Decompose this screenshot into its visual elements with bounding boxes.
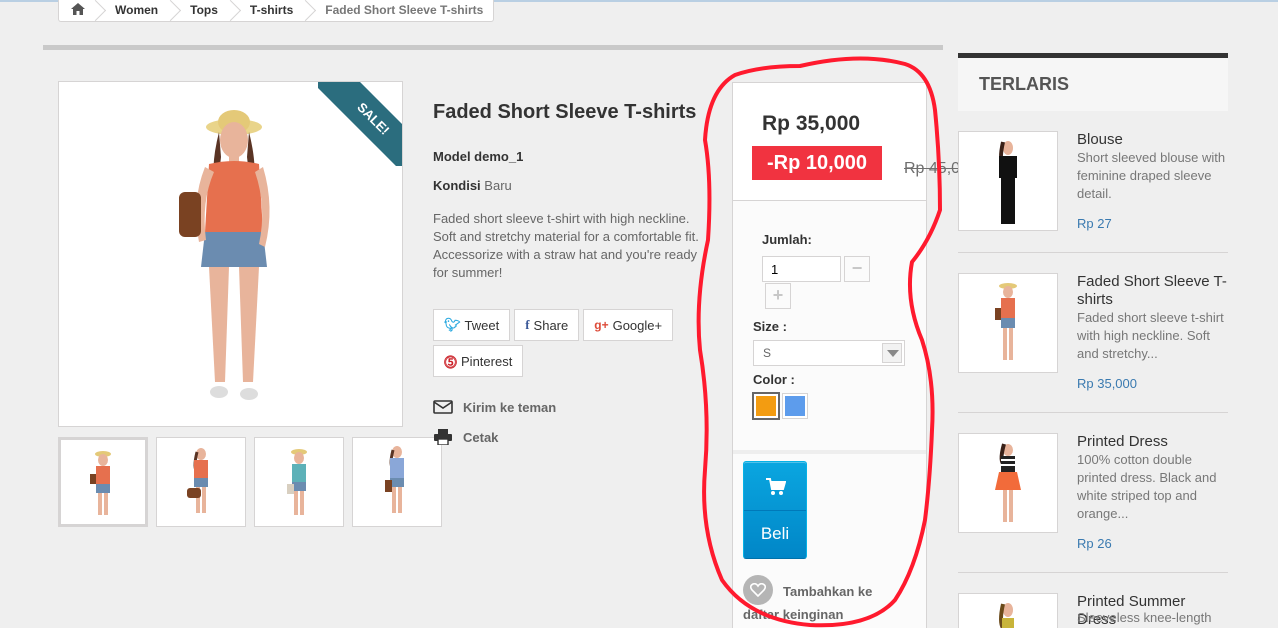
add-to-cart-label: Beli	[760, 524, 790, 543]
send-to-friend-link[interactable]: Kirim ke teman	[433, 392, 556, 422]
sidebar-product-desc: Short sleeved blouse with feminine drape…	[1077, 150, 1226, 201]
discount-badge: -Rp 10,000	[752, 146, 882, 180]
google-plus-button[interactable]: g+ Google+	[583, 309, 674, 341]
print-link[interactable]: Cetak	[433, 422, 556, 452]
size-select[interactable]: S	[753, 340, 905, 366]
breadcrumb-women[interactable]: Women	[97, 0, 172, 22]
pinterest-label: Pinterest	[461, 353, 513, 369]
sidebar-divider	[958, 252, 1228, 253]
twitter-icon: 🐦︎	[444, 317, 461, 332]
size-value: S	[763, 346, 772, 360]
breadcrumb: Women Tops T-shirts Faded Short Sleeve T…	[58, 0, 495, 22]
print-label: Cetak	[463, 429, 499, 445]
sale-badge: SALE!	[318, 82, 402, 166]
quantity-plus-button[interactable]: +	[765, 283, 791, 309]
sidebar-product-name[interactable]: Faded Short Sleeve T-shirts	[1077, 273, 1227, 309]
product-description: Faded short sleeve t-shirt with high nec…	[433, 211, 699, 280]
printer-icon	[434, 429, 452, 445]
heart-icon	[743, 575, 773, 605]
sidebar-product-desc: Faded short sleeve t-shirt with high nec…	[1077, 310, 1224, 361]
sidebar-product-price: Rp 26	[1077, 536, 1112, 551]
sidebar-product-name[interactable]: Blouse	[1077, 131, 1227, 149]
button-divider	[744, 510, 806, 511]
sidebar-product-image[interactable]	[958, 273, 1058, 373]
breadcrumb-home[interactable]	[59, 0, 97, 22]
product-title: Faded Short Sleeve T-shirts	[433, 101, 697, 123]
thumbnail-3[interactable]	[254, 437, 344, 527]
sidebar-title: TERLARIS	[958, 53, 1228, 111]
quantity-label: Jumlah:	[762, 232, 812, 247]
box-divider	[733, 450, 926, 454]
thumbnail-strip	[58, 437, 442, 527]
sidebar-divider	[958, 412, 1228, 413]
old-price: Rp 45,0	[904, 160, 961, 177]
sidebar-product-image[interactable]	[958, 433, 1058, 533]
section-divider	[43, 45, 943, 50]
add-to-cart-button[interactable]: Beli	[743, 461, 807, 559]
breadcrumb-tshirts[interactable]: T-shirts	[232, 0, 307, 22]
send-to-friend-label: Kirim ke teman	[463, 399, 557, 415]
sidebar-product-desc: Sleeveless knee-length	[1077, 610, 1212, 625]
pinterest-icon: ⓹	[444, 354, 458, 370]
size-label: Size :	[753, 319, 787, 334]
color-label: Color :	[753, 372, 795, 387]
facebook-icon: f	[525, 317, 530, 332]
facebook-share-button[interactable]: f Share	[514, 309, 580, 341]
breadcrumb-tops[interactable]: Tops	[172, 0, 232, 22]
sidebar-product-image[interactable]	[958, 131, 1058, 231]
thumbnail-1[interactable]	[58, 437, 148, 527]
sidebar-divider	[958, 572, 1228, 573]
breadcrumb-current: Faded Short Sleeve T-shirts	[325, 2, 484, 17]
condition-label: Kondisi	[433, 178, 481, 193]
price-section: Rp 35,000 -Rp 10,000	[733, 83, 926, 201]
wishlist-label-line2: daftar keinginan	[743, 607, 844, 622]
quantity-input[interactable]	[762, 256, 841, 282]
thumbnail-2[interactable]	[156, 437, 246, 527]
chevron-down-icon	[882, 343, 902, 363]
google-label: Google+	[612, 317, 663, 333]
share-label: Share	[533, 317, 569, 333]
sale-ribbon: SALE!	[318, 82, 402, 166]
product-model: Model demo_1	[433, 149, 524, 164]
wishlist-label-line1: Tambahkan ke	[783, 584, 873, 599]
pinterest-button[interactable]: ⓹ Pinterest	[433, 345, 524, 377]
color-swatch-blue[interactable]	[782, 393, 808, 419]
envelope-icon	[433, 400, 453, 414]
thumbnail-4[interactable]	[352, 437, 442, 527]
buy-box: Rp 35,000 -Rp 10,000 Jumlah: − + Size : …	[732, 82, 927, 628]
social-share-buttons: 🐦︎ Tweet f Share g+ Google+ ⓹ Pinterest	[433, 309, 693, 377]
tweet-button[interactable]: 🐦︎ Tweet	[433, 309, 511, 341]
google-plus-icon: g+	[594, 318, 609, 332]
sidebar-product-price: Rp 27	[1077, 216, 1112, 231]
current-price: Rp 35,000	[762, 112, 861, 135]
sidebar-product-image[interactable]	[958, 593, 1058, 628]
cart-icon	[766, 478, 786, 495]
sidebar-product-desc: 100% cotton double printed dress. Black …	[1077, 452, 1217, 521]
bestseller-sidebar: TERLARIS Blouse Short sleeved blouse wit…	[958, 53, 1228, 628]
tweet-label: Tweet	[464, 317, 500, 333]
home-icon	[71, 2, 85, 15]
product-main-image[interactable]: SALE!	[58, 81, 403, 427]
product-actions: Kirim ke teman Cetak	[433, 392, 556, 452]
condition-value: Baru	[484, 178, 512, 193]
sidebar-product-name[interactable]: Printed Dress	[1077, 433, 1227, 451]
color-swatch-orange[interactable]	[752, 392, 780, 420]
sidebar-product-price: Rp 35,000	[1077, 376, 1137, 391]
product-condition: Kondisi Baru	[433, 178, 512, 193]
quantity-minus-button[interactable]: −	[844, 256, 870, 282]
